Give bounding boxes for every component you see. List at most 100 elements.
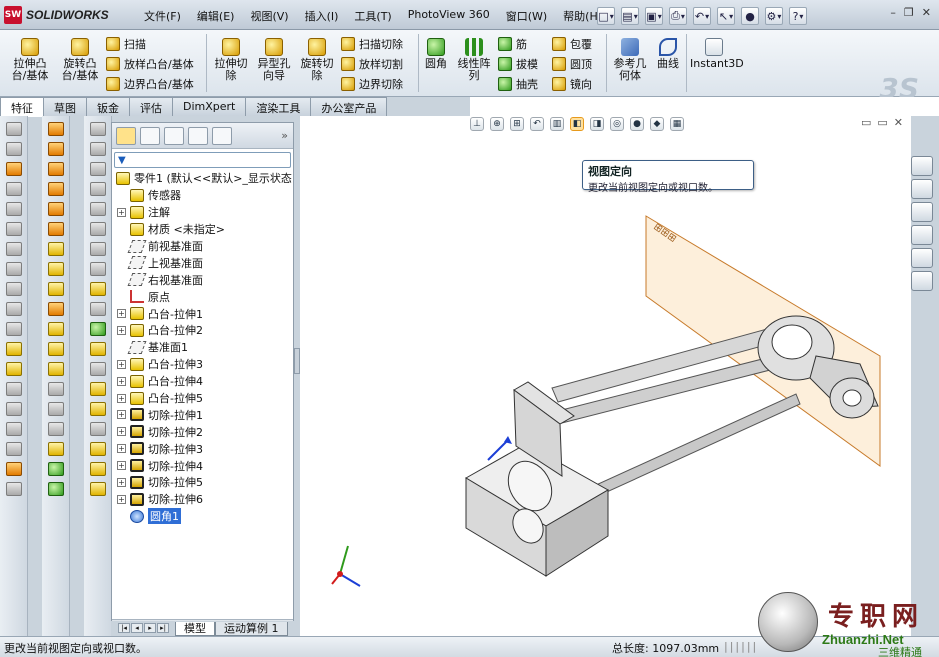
tool-icon[interactable] bbox=[5, 182, 22, 196]
tab-sketch[interactable]: 草图 bbox=[43, 97, 87, 116]
expand-icon[interactable]: + bbox=[117, 376, 126, 386]
reference-geometry-button[interactable]: 参考几何体 bbox=[610, 38, 650, 82]
close-icon[interactable]: ✕ bbox=[922, 6, 931, 19]
tool-icon[interactable] bbox=[47, 382, 64, 396]
feature-tree-tab-icon[interactable] bbox=[116, 126, 136, 145]
expand-icon[interactable]: + bbox=[117, 309, 126, 319]
boundary-cut-button[interactable]: 边界切除 bbox=[341, 75, 403, 92]
expand-icon[interactable]: + bbox=[117, 461, 126, 471]
last-tab-icon[interactable]: ▸| bbox=[157, 623, 169, 633]
tool-icon[interactable] bbox=[5, 122, 22, 136]
tool-icon[interactable] bbox=[89, 462, 106, 476]
tool-icon[interactable] bbox=[89, 282, 106, 296]
next-tab-icon[interactable]: ▸ bbox=[144, 623, 156, 633]
rebuild-icon[interactable]: ● bbox=[741, 7, 759, 25]
tree-item[interactable]: + 凸台-拉伸2 bbox=[112, 322, 293, 339]
design-library-icon[interactable] bbox=[911, 179, 933, 199]
wrap-button[interactable]: 包覆 bbox=[552, 35, 592, 52]
shell-button[interactable]: 抽壳 bbox=[498, 75, 538, 92]
expand-icon[interactable]: + bbox=[117, 359, 126, 369]
swept-cut-button[interactable]: 扫描切除 bbox=[341, 35, 403, 52]
select-icon[interactable]: ↖ bbox=[717, 7, 735, 25]
tree-item[interactable]: + 切除-拉伸2 bbox=[112, 423, 293, 440]
tool-icon[interactable] bbox=[89, 362, 106, 376]
sweep-button[interactable]: 扫描 bbox=[106, 35, 146, 52]
tool-icon[interactable] bbox=[5, 382, 22, 396]
tool-icon[interactable] bbox=[5, 262, 22, 276]
expand-icon[interactable]: + bbox=[117, 444, 126, 454]
tool-icon[interactable] bbox=[89, 322, 106, 336]
menu-photoview[interactable]: PhotoView 360 bbox=[400, 8, 498, 24]
tool-icon[interactable] bbox=[5, 222, 22, 236]
mirror-button[interactable]: 镜向 bbox=[552, 75, 592, 92]
tree-item[interactable]: + 凸台-拉伸1 bbox=[112, 305, 293, 322]
tool-icon[interactable] bbox=[47, 482, 64, 496]
tool-icon[interactable] bbox=[89, 382, 106, 396]
linear-pattern-button[interactable]: 线性阵列 bbox=[454, 38, 494, 82]
tab-model[interactable]: 模型 bbox=[175, 622, 215, 636]
tree-item[interactable]: 上视基准面 bbox=[112, 254, 293, 271]
help-icon[interactable]: ? bbox=[789, 7, 807, 25]
expand-icon[interactable]: + bbox=[117, 410, 126, 420]
view-palette-icon[interactable] bbox=[911, 225, 933, 245]
menu-insert[interactable]: 插入(I) bbox=[297, 8, 347, 24]
tool-icon[interactable] bbox=[47, 342, 64, 356]
expand-icon[interactable]: + bbox=[117, 477, 126, 487]
tool-icon[interactable] bbox=[5, 202, 22, 216]
tool-icon[interactable] bbox=[47, 362, 64, 376]
part-model[interactable]: ⊞⊞⊞ bbox=[300, 116, 911, 636]
first-tab-icon[interactable]: |◂ bbox=[118, 623, 130, 633]
extrude-cut-button[interactable]: 拉伸切除 bbox=[212, 38, 250, 82]
tool-icon[interactable] bbox=[89, 442, 106, 456]
tool-icon[interactable] bbox=[89, 142, 106, 156]
tool-icon[interactable] bbox=[89, 202, 106, 216]
tree-item[interactable]: + 凸台-拉伸3 bbox=[112, 356, 293, 373]
tool-icon[interactable] bbox=[47, 322, 64, 336]
tool-icon[interactable] bbox=[5, 342, 22, 356]
tool-icon[interactable] bbox=[89, 162, 106, 176]
tool-icon[interactable] bbox=[5, 282, 22, 296]
expand-icon[interactable]: + bbox=[117, 427, 126, 437]
tree-item[interactable]: 原点 bbox=[112, 288, 293, 305]
expand-icon[interactable]: + bbox=[117, 325, 126, 335]
tool-icon[interactable] bbox=[89, 242, 106, 256]
extrude-boss-button[interactable]: 拉伸凸台/基体 bbox=[8, 38, 52, 82]
minimize-icon[interactable]: – bbox=[890, 6, 896, 19]
print-icon[interactable]: ⎙ bbox=[669, 7, 687, 25]
restore-icon[interactable]: ❐ bbox=[904, 6, 914, 19]
tool-icon[interactable] bbox=[47, 402, 64, 416]
revolve-cut-button[interactable]: 旋转切除 bbox=[298, 38, 336, 82]
dome-button[interactable]: 圆顶 bbox=[552, 55, 592, 72]
tool-icon[interactable] bbox=[5, 302, 22, 316]
file-explorer-icon[interactable] bbox=[911, 202, 933, 222]
tool-icon[interactable] bbox=[47, 462, 64, 476]
tool-icon[interactable] bbox=[47, 202, 64, 216]
tool-icon[interactable] bbox=[89, 122, 106, 136]
tab-sheet-metal[interactable]: 钣金 bbox=[86, 97, 130, 116]
tab-office-products[interactable]: 办公室产品 bbox=[310, 97, 388, 116]
tab-evaluate[interactable]: 评估 bbox=[129, 97, 173, 116]
tool-icon[interactable] bbox=[5, 162, 22, 176]
tree-item[interactable]: + 切除-拉伸6 bbox=[112, 491, 293, 508]
tool-icon[interactable] bbox=[5, 482, 22, 496]
menu-file[interactable]: 文件(F) bbox=[136, 8, 189, 24]
tool-icon[interactable] bbox=[47, 182, 64, 196]
prev-tab-icon[interactable]: ◂ bbox=[131, 623, 143, 633]
tool-icon[interactable] bbox=[5, 322, 22, 336]
graphics-area[interactable]: ⊥ ⊕ ⊞ ↶ ▥ ◧ ◨ ◎ ● ◆ ▦ ▭ ▭ ✕ ⊞⊞⊞ 视图定向 更改当… bbox=[300, 116, 911, 636]
menu-tools[interactable]: 工具(T) bbox=[346, 8, 399, 24]
clamp-bore[interactable] bbox=[771, 324, 813, 360]
tree-filter-input[interactable]: ▼ bbox=[114, 152, 291, 168]
dimxpert-tab-icon[interactable] bbox=[188, 126, 208, 145]
boundary-boss-button[interactable]: 边界凸台/基体 bbox=[106, 75, 194, 92]
draft-button[interactable]: 拔模 bbox=[498, 55, 538, 72]
tool-icon[interactable] bbox=[47, 122, 64, 136]
tool-icon[interactable] bbox=[89, 342, 106, 356]
tree-item[interactable]: + 切除-拉伸3 bbox=[112, 440, 293, 457]
tool-icon[interactable] bbox=[5, 402, 22, 416]
tool-icon[interactable] bbox=[89, 402, 106, 416]
tool-icon[interactable] bbox=[47, 282, 64, 296]
tool-icon[interactable] bbox=[89, 182, 106, 196]
tool-icon[interactable] bbox=[47, 302, 64, 316]
options-icon[interactable]: ⚙ bbox=[765, 7, 783, 25]
